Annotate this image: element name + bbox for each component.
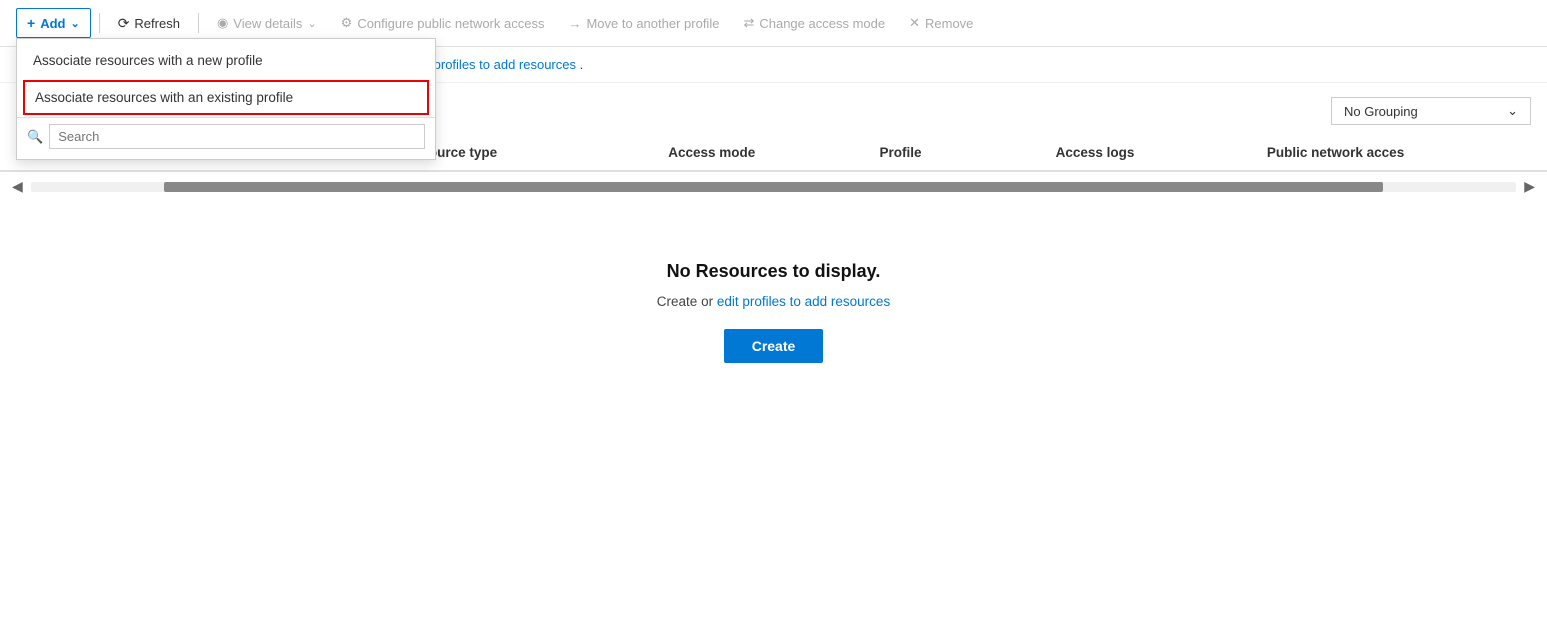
edit-profiles-link-2[interactable]: edit profiles to add resources (717, 294, 890, 309)
chevron-view-icon: ⌄ (307, 17, 316, 30)
move-icon: → (568, 16, 581, 31)
configure-label: Configure public network access (357, 16, 544, 31)
scrollbar-thumb (164, 182, 1382, 192)
close-icon: ✕ (909, 15, 920, 31)
header-resource-type: Resource type (404, 145, 668, 160)
create-button[interactable]: Create (724, 329, 824, 363)
add-button[interactable]: + Add ⌄ (16, 8, 91, 38)
associate-new-item[interactable]: Associate resources with a new profile (17, 43, 435, 78)
scroll-right-arrow[interactable]: ▶ (1520, 176, 1539, 197)
remove-button[interactable]: ✕ Remove (899, 9, 983, 37)
view-details-button[interactable]: ◉ View details ⌄ (207, 9, 327, 37)
scrollbar-track[interactable] (31, 182, 1516, 192)
change-label: Change access mode (759, 16, 885, 31)
header-profile: Profile (880, 145, 1056, 160)
dropdown-search-input[interactable] (49, 124, 425, 149)
toolbar-separator (99, 13, 100, 33)
move-button[interactable]: → Move to another profile (558, 10, 729, 37)
plus-icon: + (27, 15, 35, 31)
header-access-logs: Access logs (1056, 145, 1267, 160)
add-label: Add (40, 16, 65, 31)
configure-button[interactable]: ⚙ Configure public network access (331, 9, 555, 37)
header-access-mode: Access mode (668, 145, 879, 160)
grouping-chevron-icon: ⌄ (1507, 103, 1518, 119)
configure-icon: ⚙ (341, 15, 353, 31)
empty-state-title: No Resources to display. (667, 261, 881, 282)
toolbar: + Add ⌄ Associate resources with a new p… (0, 0, 1547, 47)
grouping-label: No Grouping (1344, 104, 1418, 119)
scrollbar-row: ◀ ▶ (0, 172, 1547, 201)
view-details-label: View details (233, 16, 302, 31)
refresh-label: Refresh (134, 16, 180, 31)
refresh-button[interactable]: ⟳ Refresh (108, 9, 190, 38)
empty-state-subtitle: Create or edit profiles to add resources (657, 294, 890, 309)
add-dropdown[interactable]: + Add ⌄ Associate resources with a new p… (16, 8, 91, 38)
associate-existing-item[interactable]: Associate resources with an existing pro… (23, 80, 429, 115)
remove-label: Remove (925, 16, 973, 31)
change-access-button[interactable]: ⇄ Change access mode (733, 9, 895, 37)
add-dropdown-menu: Associate resources with a new profile A… (16, 38, 436, 160)
search-icon: 🔍 (27, 129, 43, 145)
toolbar-separator-2 (198, 13, 199, 33)
chevron-down-icon: ⌄ (70, 17, 79, 30)
grouping-dropdown[interactable]: No Grouping ⌄ (1331, 97, 1531, 125)
scroll-left-arrow[interactable]: ◀ (8, 176, 27, 197)
change-icon: ⇄ (743, 15, 754, 31)
empty-state: No Resources to display. Create or edit … (0, 201, 1547, 403)
header-public-network: Public network acces (1267, 145, 1531, 160)
dropdown-search-container: 🔍 (17, 117, 435, 155)
refresh-icon: ⟳ (118, 15, 130, 32)
eye-icon: ◉ (217, 15, 228, 31)
move-label: Move to another profile (586, 16, 719, 31)
